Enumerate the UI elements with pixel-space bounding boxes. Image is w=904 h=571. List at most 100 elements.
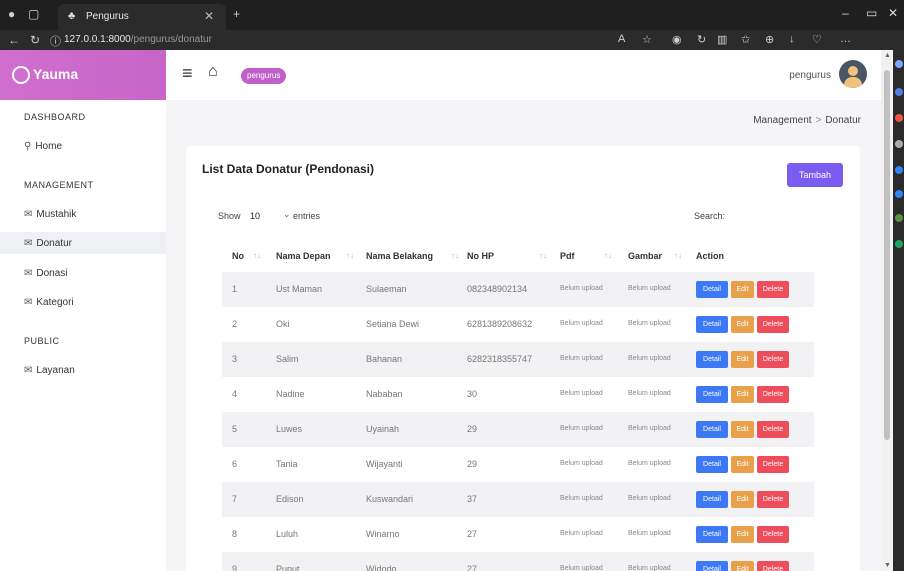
read-aloud-icon[interactable]: A [618,33,625,45]
minimize-icon[interactable]: – [842,6,849,20]
brand[interactable]: Yauma [0,50,166,100]
scroll-up-icon[interactable]: ▲ [884,52,891,59]
breadcrumb-management[interactable]: Management [753,115,811,126]
download-icon[interactable]: ↓ [789,33,795,45]
user-name[interactable]: pengurus [789,70,831,81]
cell-depan: Salim [276,354,299,364]
sidebar-item-label: Layanan [36,365,75,376]
search-side-icon[interactable] [895,60,903,68]
sidebar-item-donatur[interactable]: ✉ Donatur [24,238,72,249]
scroll-down-icon[interactable]: ▼ [884,562,891,569]
delete-button[interactable]: Delete [757,316,789,333]
detail-button[interactable]: Detail [696,351,728,368]
outlook-side-icon[interactable] [895,214,903,222]
copilot-side-icon[interactable] [895,88,903,96]
delete-button[interactable]: Delete [757,386,789,403]
delete-button[interactable]: Delete [757,526,789,543]
cell-hp: 27 [467,529,478,539]
sidebar-item-donasi[interactable]: ✉ Donasi [24,268,68,279]
browser-tab[interactable]: ♣ Pengurus ✕ [58,4,226,30]
edit-button[interactable]: Edit [731,491,754,508]
cell-gambar: Belum upload [628,320,671,327]
detail-button[interactable]: Detail [696,421,728,438]
add-button[interactable]: Tambah [787,163,843,187]
cell-depan: Tania [276,459,298,469]
edit-button[interactable]: Edit [731,561,754,571]
close-window-icon[interactable]: ✕ [888,6,898,20]
logo-icon [12,66,30,84]
restore-icon[interactable]: ▭ [866,6,877,20]
collections-icon[interactable]: ⊕ [765,33,774,46]
entries-select[interactable]: 10 ⌄ entries [246,207,321,225]
more-icon[interactable]: … [840,33,851,45]
delete-button[interactable]: Delete [757,421,789,438]
edit-button[interactable]: Edit [731,316,754,333]
delete-button[interactable]: Delete [757,456,789,473]
site-info-icon[interactable]: ⓘ [50,33,61,49]
home-icon[interactable]: ⌂ [208,63,218,81]
games-side-icon[interactable] [895,166,903,174]
cell-gambar: Belum upload [628,425,671,432]
sidebar-item-home[interactable]: ⚲ Home [24,141,62,152]
sort-icon: ↑↓ [346,251,354,260]
detail-button[interactable]: Detail [696,526,728,543]
shopping-side-icon[interactable] [895,114,903,122]
copilot-icon[interactable]: ♡ [812,33,822,46]
office-side-icon[interactable] [895,240,903,248]
col-nama-belakang[interactable]: Nama Belakang ↑↓ [366,251,459,261]
detail-button[interactable]: Detail [696,561,728,571]
col-no-hp[interactable]: No HP ↑↓ [467,251,547,261]
close-tab-icon[interactable]: ✕ [204,9,214,23]
split-screen-icon[interactable]: ▥ [717,33,727,46]
url-field[interactable]: ⓘ 127.0.0.1:8000/pengurus/donatur [50,32,530,48]
delete-button[interactable]: Delete [757,491,789,508]
avatar[interactable] [839,60,867,88]
scroll-thumb[interactable] [884,70,890,440]
edit-button[interactable]: Edit [731,351,754,368]
cell-hp: 29 [467,424,478,434]
profile-icon[interactable]: ● [8,7,15,21]
col-pdf[interactable]: Pdf ↑↓ [560,251,612,261]
cell-hp: 6282318355747 [467,354,533,364]
col-gambar[interactable]: Gambar ↑↓ [628,251,682,261]
favorite-star-icon[interactable]: ☆ [642,33,652,46]
detail-button[interactable]: Detail [696,456,728,473]
people-side-icon[interactable] [895,140,903,148]
sidebar-item-label: Mustahik [36,209,77,220]
sidebar-item-layanan[interactable]: ✉ Layanan [24,365,75,376]
back-icon[interactable]: ← [8,33,20,47]
delete-button[interactable]: Delete [757,561,789,571]
menu-toggle-icon[interactable]: ≡ [182,63,193,84]
edit-button[interactable]: Edit [731,526,754,543]
tab-actions-icon[interactable]: ▢ [28,7,39,21]
home-icon: ⚲ [24,141,32,152]
refresh-ext-icon[interactable]: ↻ [697,33,706,46]
favorites-icon[interactable]: ✩ [741,33,750,46]
page-scrollbar[interactable]: ▲ ▼ [881,50,893,571]
entries-label: entries [293,211,321,221]
app: Yauma DASHBOARD ⚲ Home MANAGEMENT ✉ Mustah… [0,50,881,571]
detail-button[interactable]: Detail [696,316,728,333]
detail-button[interactable]: Detail [696,386,728,403]
sidebar-item-kategori[interactable]: ✉ Kategori [24,297,74,308]
delete-button[interactable]: Delete [757,281,789,298]
edit-button[interactable]: Edit [731,421,754,438]
cell-depan: Ust Maman [276,284,323,294]
new-tab-icon[interactable]: + [233,7,240,21]
mail-icon: ✉ [24,268,33,279]
edit-button[interactable]: Edit [731,281,754,298]
delete-button[interactable]: Delete [757,351,789,368]
edit-button[interactable]: Edit [731,386,754,403]
refresh-icon[interactable]: ↻ [30,33,40,47]
detail-button[interactable]: Detail [696,281,728,298]
cell-pdf: Belum upload [560,320,603,327]
col-no[interactable]: No ↑↓ [232,251,261,261]
tools-side-icon[interactable] [895,190,903,198]
table-row: 6 Tania Wijayanti 29 Belum upload Belum uploa… [222,447,814,482]
detail-button[interactable]: Detail [696,491,728,508]
col-nama-depan[interactable]: Nama Depan ↑↓ [276,251,354,261]
sidebar-item-mustahik[interactable]: ✉ Mustahik [24,209,76,220]
sort-icon: ↑↓ [539,251,547,260]
extension-icon[interactable]: ◉ [672,33,682,46]
edit-button[interactable]: Edit [731,456,754,473]
